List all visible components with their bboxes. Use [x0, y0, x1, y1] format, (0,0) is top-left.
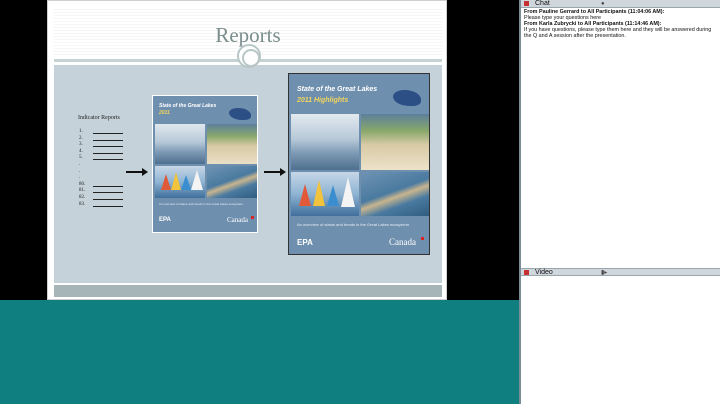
indicator-number: 5. — [79, 155, 83, 161]
cover-photo-shoreline — [361, 172, 429, 216]
great-lakes-map-icon — [229, 108, 251, 120]
indicator-number: 81. — [79, 188, 86, 194]
indicator-number: . — [79, 168, 81, 174]
close-icon[interactable] — [524, 270, 529, 275]
indicator-row: 4. — [79, 149, 129, 156]
indicator-row: 83. — [79, 202, 129, 209]
indicator-number: 82. — [79, 194, 86, 200]
canada-wordmark: Canada — [227, 216, 248, 224]
cover-title: State of the Great Lakes — [297, 86, 378, 93]
indicator-row: 1. — [79, 129, 129, 136]
cover-photo-dunes — [361, 114, 429, 170]
indicator-row: . — [79, 169, 129, 176]
indicator-number: 2. — [79, 135, 83, 141]
chat-panel-title: Chat — [535, 0, 550, 7]
indicator-number: 4. — [79, 148, 83, 154]
slide-title-ornament — [237, 44, 261, 68]
presentation-area: Reports Indicator Reports 1. 2. 3. 4. 5.… — [0, 0, 519, 404]
chat-message-text: If you have questions, please type them … — [524, 27, 712, 40]
report-cover-large: State of the Great Lakes 2011 Highlights… — [288, 73, 430, 255]
indicator-number: 83. — [79, 201, 86, 207]
maple-leaf-icon — [251, 216, 254, 219]
cover-photo-sailboats — [291, 172, 359, 216]
indicator-row: 80. — [79, 182, 129, 189]
indicator-number: . — [79, 161, 81, 167]
canada-wordmark: Canada — [389, 237, 416, 247]
cover-photo-shoreline — [207, 166, 257, 198]
report-cover-small: State of the Great Lakes 2011 An overvie… — [152, 95, 258, 233]
indicator-number: . — [79, 175, 81, 181]
indicator-number: 80. — [79, 181, 86, 187]
indicator-row: 5. — [79, 155, 129, 162]
close-icon[interactable] — [524, 1, 529, 6]
camera-icon[interactable]: ▮▸ — [601, 269, 607, 277]
indicator-row: . — [79, 175, 129, 182]
chat-message: From Karla Zubrycki to All Participants … — [524, 21, 719, 39]
cover-year: 2011 Highlights — [297, 97, 349, 104]
slide-footer — [54, 285, 442, 297]
cover-subtitle: An overview of status and trends in the … — [159, 202, 244, 206]
indicator-list: 1. 2. 3. 4. 5. . . . 80. 81. 82. 83. — [79, 129, 129, 208]
indicator-reports-title: Indicator Reports — [78, 115, 120, 121]
indicator-row: 81. — [79, 188, 129, 195]
indicator-number: 1. — [79, 129, 83, 134]
chat-bubble-icon[interactable]: ● — [601, 0, 605, 8]
maple-leaf-icon — [421, 237, 424, 240]
chat-messages[interactable]: From Pauline Gerrard to All Participants… — [524, 9, 719, 39]
cover-photo-heron — [155, 124, 205, 164]
indicator-number: 3. — [79, 142, 83, 148]
cover-title: State of the Great Lakes — [159, 103, 217, 109]
slide: Reports Indicator Reports 1. 2. 3. 4. 5.… — [47, 0, 447, 300]
cover-year: 2011 — [159, 110, 170, 116]
side-panel: Chat ● From Pauline Gerrard to All Parti… — [519, 0, 720, 404]
cover-photo-sailboats — [155, 166, 205, 198]
cover-photo-dunes — [207, 124, 257, 164]
arrow-right-icon — [126, 168, 148, 176]
cover-subtitle: An overview of status and trends in the … — [297, 222, 410, 227]
indicator-row: . — [79, 162, 129, 169]
epa-logo: EPA — [159, 217, 171, 223]
arrow-right-icon — [264, 168, 286, 176]
slide-body: Indicator Reports 1. 2. 3. 4. 5. . . . 8… — [54, 65, 442, 283]
video-panel-header[interactable]: Video ▮▸ — [521, 268, 720, 276]
chat-message: From Pauline Gerrard to All Participants… — [524, 9, 719, 21]
chat-panel-header[interactable]: Chat ● — [521, 0, 720, 8]
indicator-row: 2. — [79, 136, 129, 143]
presentation-background — [0, 300, 519, 404]
meeting-window: Reports Indicator Reports 1. 2. 3. 4. 5.… — [0, 0, 720, 404]
great-lakes-map-icon — [393, 90, 421, 106]
epa-logo: EPA — [297, 238, 313, 247]
indicator-row: 3. — [79, 142, 129, 149]
indicator-row: 82. — [79, 195, 129, 202]
video-panel-title: Video — [535, 269, 553, 276]
cover-photo-heron — [291, 114, 359, 170]
